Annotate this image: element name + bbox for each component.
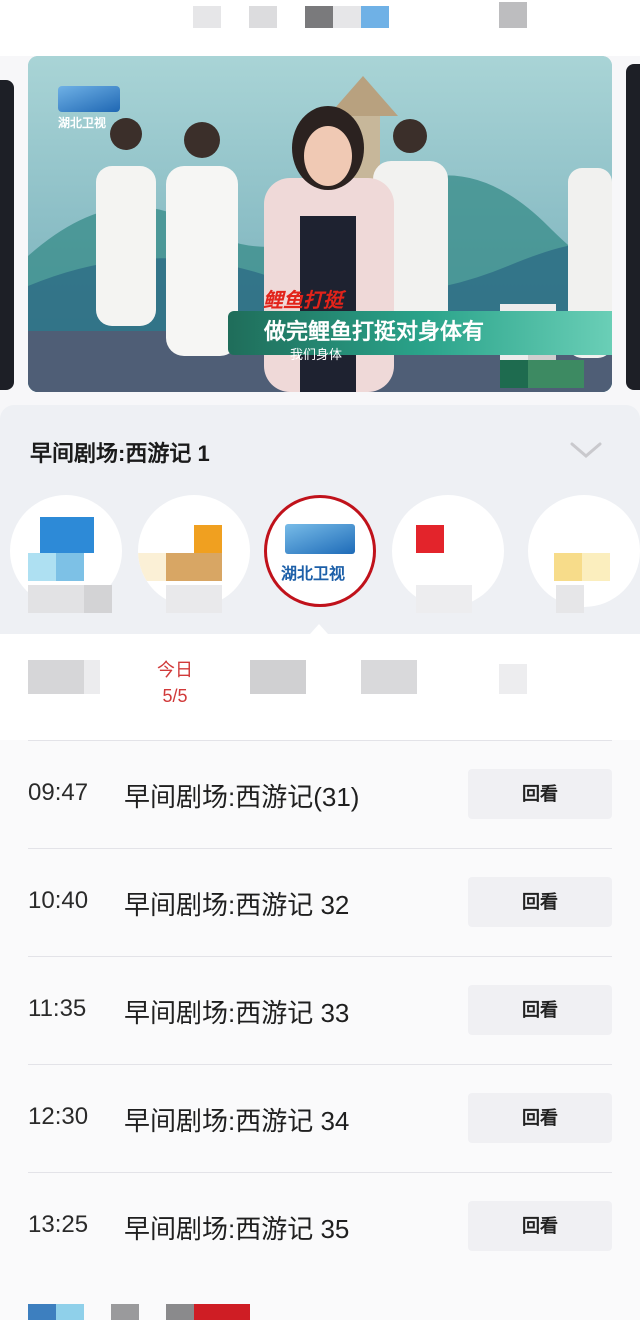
blurred-bottom-icon — [111, 1304, 139, 1320]
tv-logo-mark — [58, 86, 120, 112]
schedule-row[interactable]: 10:40 早间剧场:西游记 32 回看 — [28, 848, 612, 956]
blurred-status-icon — [193, 6, 221, 28]
hubei-logo-text: 湖北卫视 — [281, 564, 346, 583]
schedule-title: 早间剧场:西游记 32 — [124, 890, 350, 920]
chevron-down-icon-glyph — [570, 442, 602, 458]
current-program-title: 早间剧场:西游记 1 — [30, 441, 210, 466]
chevron-down-icon[interactable] — [568, 436, 604, 462]
selected-channel-pointer — [310, 624, 328, 634]
replay-button[interactable]: 回看 — [468, 877, 612, 927]
date-tab-blurred[interactable] — [250, 660, 306, 694]
date-tab-today-date: 5/5 — [162, 686, 188, 706]
blurred-channel-label — [166, 585, 222, 613]
carousel-prev-edge[interactable] — [0, 80, 14, 390]
schedule-time: 09:47 — [28, 779, 89, 806]
date-tab-blurred[interactable] — [28, 660, 84, 694]
replay-button[interactable]: 回看 — [468, 985, 612, 1035]
date-tab-today-label: 今日 — [157, 660, 193, 680]
blurred-status-icon — [333, 6, 361, 28]
schedule-title: 早间剧场:西游记 35 — [124, 1214, 350, 1244]
video-player[interactable]: 湖北卫视 鲤鱼打挺 做完鲤鱼打挺对身体有 我们身体 — [28, 56, 612, 392]
blurred-channel-label — [556, 585, 584, 613]
blurred-status-icon — [499, 2, 527, 28]
date-tab-blurred[interactable] — [499, 664, 527, 694]
schedule-time: 11:35 — [28, 995, 87, 1022]
bottom-bar — [0, 1280, 640, 1320]
replay-button[interactable]: 回看 — [468, 769, 612, 819]
blurred-channel-logo — [554, 553, 582, 581]
blurred-bottom-icon — [56, 1304, 84, 1320]
schedule-list: 09:47 早间剧场:西游记(31) 回看 10:40 早间剧场:西游记 32 … — [0, 740, 640, 1280]
date-tabs: 今日 5/5 — [0, 634, 640, 740]
schedule-time: 10:40 — [28, 887, 89, 914]
blurred-status-icon — [305, 6, 333, 28]
blurred-status-icon — [249, 6, 277, 28]
date-tab-blurred[interactable] — [361, 660, 417, 694]
date-tab-today[interactable]: 今日 5/5 — [146, 656, 204, 707]
replay-button[interactable]: 回看 — [468, 1201, 612, 1251]
schedule-row[interactable]: 11:35 早间剧场:西游记 33 回看 — [28, 956, 612, 1064]
blurred-channel-logo — [56, 553, 84, 581]
schedule-title: 早间剧场:西游记 33 — [124, 998, 350, 1028]
blurred-status-icon — [361, 6, 389, 28]
blurred-channel-logo — [416, 525, 444, 553]
channel-item-hubei-selected[interactable]: 湖北卫视 — [264, 495, 376, 607]
blurred-bottom-icon — [166, 1304, 194, 1320]
blurred-channel-label — [84, 585, 112, 613]
channel-item[interactable] — [528, 495, 640, 607]
blurred-channel-logo — [166, 553, 222, 581]
schedule-title: 早间剧场:西游记 34 — [124, 1106, 350, 1136]
hubei-logo-mark — [285, 524, 355, 554]
blurred-bottom-icon — [194, 1304, 250, 1320]
overlay-title: 鲤鱼打挺 — [263, 288, 343, 312]
blurred-channel-logo — [40, 517, 94, 553]
schedule-row[interactable]: 13:25 早间剧场:西游记 35 回看 — [28, 1172, 612, 1280]
carousel-next-edge[interactable] — [626, 64, 640, 390]
blurred-channel-logo — [28, 553, 58, 581]
schedule-row[interactable]: 12:30 早间剧场:西游记 34 回看 — [28, 1064, 612, 1172]
blurred-channel-logo — [582, 553, 610, 581]
blurred-channel-label — [416, 585, 472, 613]
video-subtitle: 我们身体 — [290, 348, 343, 363]
blurred-channel-label — [28, 585, 84, 613]
date-tab-blurred[interactable] — [84, 660, 100, 694]
blurred-channel-logo — [194, 525, 222, 553]
tv-logo-text: 湖北卫视 — [58, 116, 107, 130]
replay-button[interactable]: 回看 — [468, 1093, 612, 1143]
schedule-row[interactable]: 09:47 早间剧场:西游记(31) 回看 — [28, 740, 612, 848]
schedule-time: 12:30 — [28, 1103, 89, 1130]
status-bar — [0, 0, 640, 56]
schedule-title: 早间剧场:西游记(31) — [124, 782, 360, 812]
blurred-bottom-icon — [28, 1304, 56, 1320]
overlay-caption: 做完鲤鱼打挺对身体有 — [228, 311, 612, 355]
blurred-channel-logo — [138, 553, 166, 581]
tv-logo: 湖北卫视 — [58, 86, 120, 132]
schedule-time: 13:25 — [28, 1211, 89, 1238]
